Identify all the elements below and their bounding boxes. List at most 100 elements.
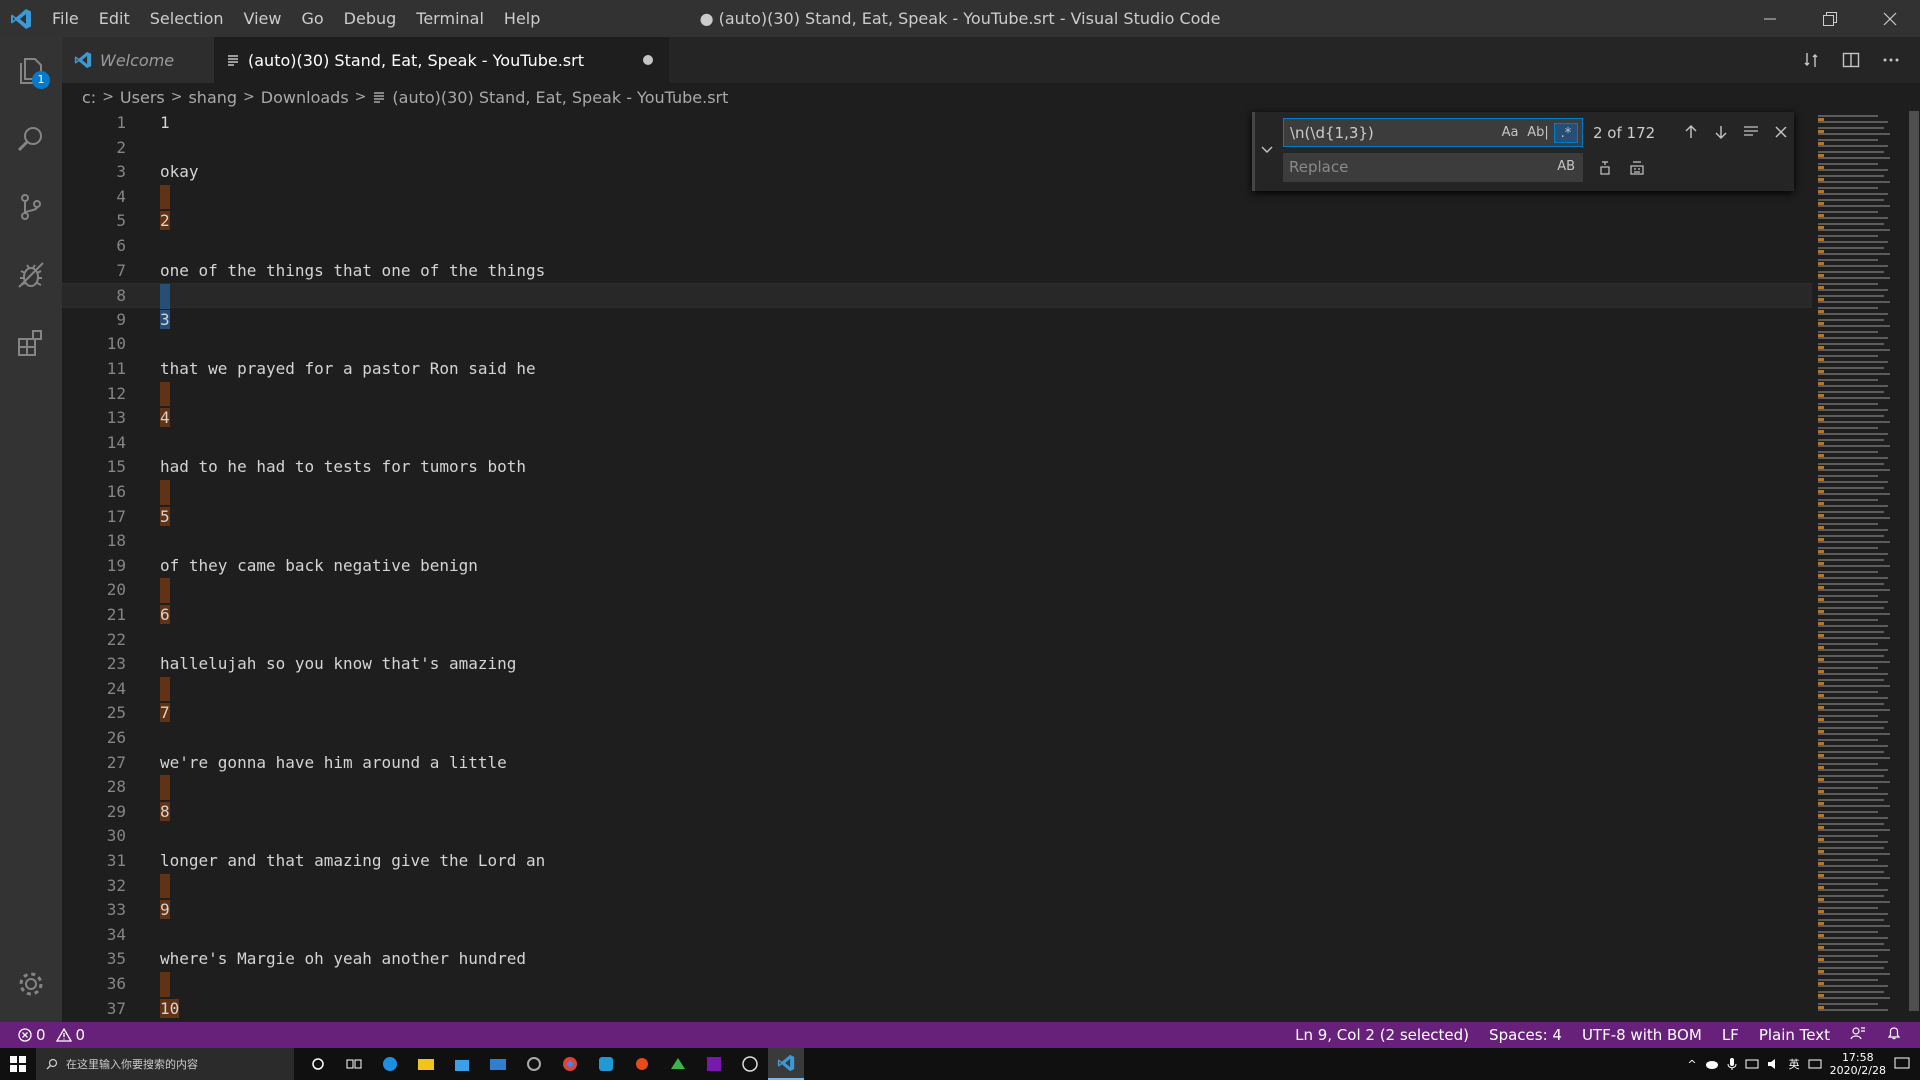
problems-indicator[interactable]: 0 0	[18, 1022, 85, 1048]
manage-button[interactable]	[0, 950, 62, 1018]
end-of-line[interactable]: LF	[1722, 1026, 1739, 1044]
editor-line[interactable]: 6	[62, 234, 1812, 259]
editor-line[interactable]: 10	[62, 332, 1812, 357]
editor-line[interactable]: 23 hallelujah so you know that's amazing	[62, 652, 1812, 677]
editor-line[interactable]: 33 9	[62, 898, 1812, 923]
editor-line[interactable]: 25 7	[62, 701, 1812, 726]
more-actions-button[interactable]	[1882, 51, 1900, 69]
source-control-button[interactable]	[0, 173, 62, 241]
editor-line[interactable]: 29 8	[62, 800, 1812, 825]
editor-line[interactable]: 36	[62, 972, 1812, 997]
taskbar-search-box[interactable]: 在这里输入你要搜索的内容	[36, 1048, 294, 1080]
start-button[interactable]	[0, 1048, 36, 1080]
replace-button[interactable]	[1593, 156, 1617, 180]
input-method-indicator[interactable]: 英	[1789, 1056, 1800, 1072]
taskbar-app[interactable]	[660, 1048, 696, 1080]
editor-line[interactable]: 20	[62, 578, 1812, 603]
cortana-button[interactable]	[300, 1048, 336, 1080]
editor-line[interactable]: 52	[62, 209, 1812, 234]
replace-all-button[interactable]	[1625, 156, 1649, 180]
taskbar-app[interactable]	[624, 1048, 660, 1080]
editor-line[interactable]: 19 of they came back negative benign	[62, 554, 1812, 579]
taskbar-app[interactable]	[732, 1048, 768, 1080]
indentation[interactable]: Spaces: 4	[1489, 1026, 1562, 1044]
editor-line[interactable]: 8	[62, 283, 1812, 309]
editor-line[interactable]: 32	[62, 873, 1812, 899]
replace-input[interactable]: Replace AB	[1283, 153, 1583, 182]
close-window-button[interactable]	[1860, 0, 1920, 37]
menu-view[interactable]: View	[234, 0, 292, 37]
extensions-button[interactable]	[0, 309, 62, 377]
encoding[interactable]: UTF-8 with BOM	[1582, 1026, 1702, 1044]
breadcrumb-item[interactable]: Downloads	[261, 88, 349, 107]
network-icon[interactable]	[1745, 1058, 1759, 1070]
debug-button[interactable]	[0, 241, 62, 309]
toggle-replace-button[interactable]	[1259, 142, 1275, 162]
find-input[interactable]: \n(\d{1,3}) Aa Ab| .*	[1283, 118, 1583, 147]
open-changes-button[interactable]	[1802, 51, 1820, 69]
menu-debug[interactable]: Debug	[334, 0, 407, 37]
editor-line[interactable]: 24	[62, 676, 1812, 702]
editor-line[interactable]: 15 had to he had to tests for tumors both	[62, 455, 1812, 480]
editor-line[interactable]: 30	[62, 824, 1812, 849]
search-view-button[interactable]	[0, 105, 62, 173]
taskbar-app[interactable]	[588, 1048, 624, 1080]
editor-line[interactable]: 17 5	[62, 505, 1812, 530]
menu-go[interactable]: Go	[291, 0, 333, 37]
match-case-toggle[interactable]: Aa	[1498, 123, 1522, 143]
feedback-button[interactable]	[1850, 1025, 1866, 1045]
volume-icon[interactable]	[1767, 1058, 1781, 1070]
breadcrumb-item[interactable]: c:	[82, 88, 96, 107]
vertical-scrollbar[interactable]	[1906, 111, 1920, 1022]
editor-line[interactable]: 14	[62, 431, 1812, 456]
previous-match-button[interactable]	[1679, 120, 1703, 144]
find-in-selection-button[interactable]	[1739, 120, 1763, 144]
editor-line[interactable]: 35 where's Margie oh yeah another hundred	[62, 947, 1812, 972]
taskbar-chrome[interactable]	[552, 1048, 588, 1080]
preserve-case-toggle[interactable]: AB	[1557, 159, 1575, 174]
taskbar-edge[interactable]	[372, 1048, 408, 1080]
breadcrumb-file[interactable]: (auto)(30) Stand, Eat, Speak - YouTube.s…	[392, 88, 728, 107]
editor-line[interactable]: 7 one of the things that one of the thing…	[62, 259, 1812, 284]
menu-selection[interactable]: Selection	[140, 0, 234, 37]
tray-chevron-up-icon[interactable]: ^	[1687, 1058, 1696, 1071]
editor-line[interactable]: 27 we're gonna have him around a little	[62, 751, 1812, 776]
taskbar-store[interactable]	[444, 1048, 480, 1080]
minimap[interactable]	[1818, 111, 1904, 1022]
unsaved-dot-icon[interactable]	[643, 55, 653, 65]
minimize-button[interactable]	[1740, 0, 1800, 37]
editor-line[interactable]: 13 4	[62, 406, 1812, 431]
regex-toggle[interactable]: .*	[1554, 123, 1578, 143]
restore-button[interactable]	[1800, 0, 1860, 37]
menu-help[interactable]: Help	[494, 0, 550, 37]
editor-line[interactable]: 26	[62, 726, 1812, 751]
editor-line[interactable]: 12	[62, 381, 1812, 407]
keyboard-icon[interactable]	[1808, 1058, 1822, 1070]
menu-terminal[interactable]: Terminal	[406, 0, 494, 37]
editor-line[interactable]: 11 that we prayed for a pastor Ron said h…	[62, 357, 1812, 382]
task-view-button[interactable]	[336, 1048, 372, 1080]
clock[interactable]: 17:58 2020/2/28	[1830, 1051, 1886, 1077]
editor-line[interactable]: 16	[62, 480, 1812, 505]
editor-line[interactable]: 93	[62, 308, 1812, 333]
editor-line[interactable]: 21 6	[62, 603, 1812, 628]
editor-line[interactable]: 18	[62, 529, 1812, 554]
taskbar-mail[interactable]	[480, 1048, 516, 1080]
language-mode[interactable]: Plain Text	[1759, 1026, 1830, 1044]
editor-line[interactable]: 22	[62, 628, 1812, 653]
close-find-button[interactable]	[1769, 120, 1793, 144]
onedrive-icon[interactable]	[1705, 1058, 1719, 1070]
editor[interactable]: 1 1 2 3 okay 4 5 2 6 7 one of the things that one …	[62, 111, 1920, 1022]
tab-srt-file[interactable]: (auto)(30) Stand, Eat, Speak - YouTube.s…	[214, 37, 669, 83]
notifications-button[interactable]	[1886, 1025, 1902, 1045]
taskbar-vscode[interactable]	[768, 1048, 804, 1080]
menu-edit[interactable]: Edit	[89, 0, 140, 37]
split-editor-button[interactable]	[1842, 51, 1860, 69]
breadcrumb-item[interactable]: shang	[188, 88, 237, 107]
next-match-button[interactable]	[1709, 120, 1733, 144]
taskbar-app[interactable]	[516, 1048, 552, 1080]
breadcrumb-item[interactable]: Users	[120, 88, 165, 107]
explorer-button[interactable]: 1	[0, 37, 62, 105]
editor-line[interactable]: 34	[62, 923, 1812, 948]
taskbar-file-explorer[interactable]	[408, 1048, 444, 1080]
